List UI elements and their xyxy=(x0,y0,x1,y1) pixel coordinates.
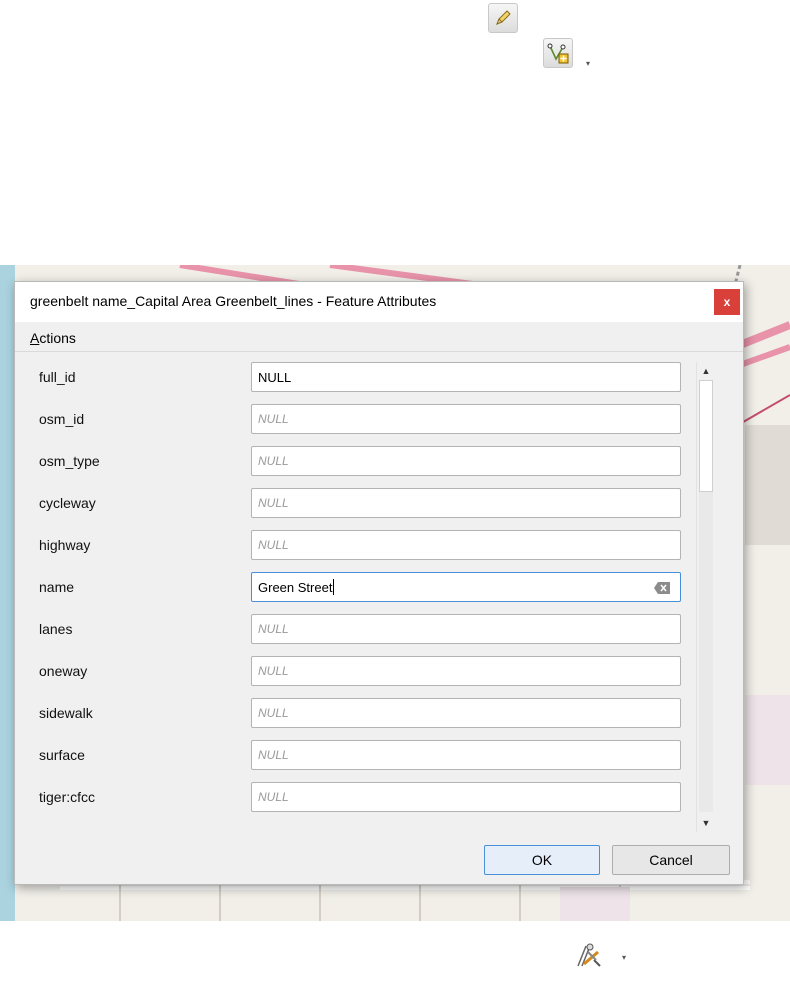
field-row-osm-type: osm_type NULL xyxy=(25,446,695,476)
text-caret xyxy=(333,579,335,595)
feature-attributes-dialog: greenbelt name_Capital Area Greenbelt_li… xyxy=(14,281,744,885)
attribute-form: full_id NULL osm_id NULL osm_type NULL c… xyxy=(25,362,725,832)
menu-bar: Actions xyxy=(15,322,743,352)
field-label: full_id xyxy=(39,369,76,385)
field-value: NULL xyxy=(258,664,289,678)
toggle-editing-button[interactable] xyxy=(488,3,518,33)
vertex-tool-icon xyxy=(547,43,569,64)
field-value: NULL xyxy=(258,369,292,385)
ok-button[interactable]: OK xyxy=(484,845,600,875)
field-label: name xyxy=(39,579,75,595)
field-row-full-id: full_id NULL xyxy=(25,362,695,392)
field-value: NULL xyxy=(258,706,289,720)
field-label: osm_id xyxy=(39,411,85,427)
osm-id-input[interactable]: NULL xyxy=(251,404,681,434)
full-id-input[interactable]: NULL xyxy=(251,362,681,392)
close-button[interactable]: x xyxy=(714,289,740,315)
field-row-sidewalk: sidewalk NULL xyxy=(25,698,695,728)
field-value: NULL xyxy=(258,496,289,510)
pencil-icon xyxy=(496,10,511,25)
field-label: sidewalk xyxy=(39,705,93,721)
menu-actions[interactable]: Actions xyxy=(30,330,76,346)
field-value: NULL xyxy=(258,454,289,468)
scroll-down-arrow[interactable]: ▼ xyxy=(697,814,715,832)
sidewalk-input[interactable]: NULL xyxy=(251,698,681,728)
digitizing-tools-icon xyxy=(577,943,601,967)
name-input[interactable]: Green Street xyxy=(251,572,681,602)
field-value: NULL xyxy=(258,622,289,636)
clear-text-icon[interactable] xyxy=(654,582,670,594)
field-row-tiger-cfcc: tiger:cfcc NULL xyxy=(25,782,695,812)
oneway-input[interactable]: NULL xyxy=(251,656,681,686)
scroll-thumb[interactable] xyxy=(699,380,713,492)
field-label: osm_type xyxy=(39,453,100,469)
field-label: lanes xyxy=(39,621,73,637)
field-row-highway: highway NULL xyxy=(25,530,695,560)
field-value: NULL xyxy=(258,412,289,426)
scroll-up-arrow[interactable]: ▲ xyxy=(697,362,715,380)
tiger-cfcc-input[interactable]: NULL xyxy=(251,782,681,812)
field-value: Green Street xyxy=(258,579,333,595)
field-value: NULL xyxy=(258,538,289,552)
field-label: cycleway xyxy=(39,495,96,511)
highway-input[interactable]: NULL xyxy=(251,530,681,560)
scroll-track[interactable] xyxy=(699,492,713,812)
osm-type-input[interactable]: NULL xyxy=(251,446,681,476)
field-row-surface: surface NULL xyxy=(25,740,695,770)
menu-actions-mnemonic: A xyxy=(30,330,40,346)
lanes-input[interactable]: NULL xyxy=(251,614,681,644)
field-label: highway xyxy=(39,537,91,553)
field-value: NULL xyxy=(258,748,289,762)
cancel-button[interactable]: Cancel xyxy=(612,845,730,875)
field-row-name: name Green Street xyxy=(25,572,695,602)
menu-actions-label: ctions xyxy=(39,330,76,346)
field-label: tiger:cfcc xyxy=(39,789,96,805)
close-icon: x xyxy=(723,295,731,309)
field-row-osm-id: osm_id NULL xyxy=(25,404,695,434)
field-value: NULL xyxy=(258,790,289,804)
field-label: surface xyxy=(39,747,85,763)
dialog-titlebar[interactable]: greenbelt name_Capital Area Greenbelt_li… xyxy=(15,282,743,322)
field-row-cycleway: cycleway NULL xyxy=(25,488,695,518)
cycleway-input[interactable]: NULL xyxy=(251,488,681,518)
digitizing-tools-button[interactable] xyxy=(570,938,604,972)
digitizing-tools-dropdown-arrow[interactable]: ▾ xyxy=(622,954,630,962)
field-label: oneway xyxy=(39,663,88,679)
vertex-tool-button[interactable] xyxy=(543,38,573,68)
field-row-lanes: lanes NULL xyxy=(25,614,695,644)
field-row-oneway: oneway NULL xyxy=(25,656,695,686)
form-scrollbar[interactable]: ▲ ▼ xyxy=(696,362,714,832)
dialog-title: greenbelt name_Capital Area Greenbelt_li… xyxy=(30,293,437,309)
surface-input[interactable]: NULL xyxy=(251,740,681,770)
vertex-tool-dropdown-arrow[interactable]: ▾ xyxy=(586,60,594,68)
